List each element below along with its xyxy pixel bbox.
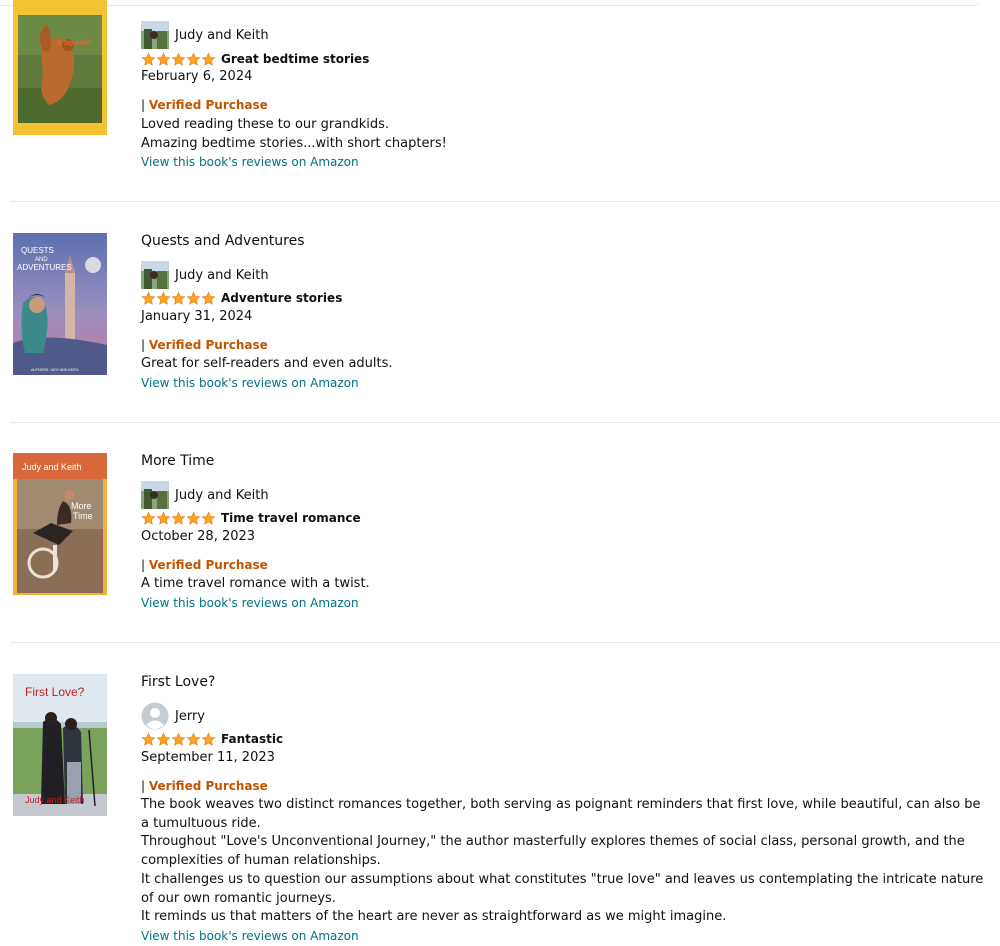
cover-text: More [71, 501, 92, 511]
review-date: October 28, 2023 [141, 529, 256, 544]
star-rating-icon[interactable] [141, 51, 216, 67]
star-icon [201, 290, 216, 305]
reviewer-name[interactable]: Judy and Keith [175, 488, 269, 503]
view-reviews-link[interactable]: View this book's reviews on Amazon [141, 594, 992, 613]
book-cover-image[interactable]: QUESTS AND ADVENTURES AUTHORS: JUDY AND … [13, 233, 107, 375]
rating: Adventure stories [141, 290, 342, 306]
review-body: The book weaves two distinct romances to… [141, 796, 986, 946]
cover-text: AUTHORS: JUDY AND KEITH [31, 368, 79, 372]
review-date: January 31, 2024 [141, 309, 253, 324]
verified-purchase-badge: | Verified Purchase [141, 338, 268, 352]
star-icon [201, 510, 216, 525]
review-headline[interactable]: Great bedtime stories [221, 52, 369, 66]
review-text-line: Throughout "Love's Unconventional Journe… [141, 834, 965, 869]
review-text-line: Amazing bedtime stories...with short cha… [141, 135, 447, 151]
cover-text: QUESTS [21, 246, 54, 255]
review-body: Loved reading these to our grandkids. Am… [141, 116, 992, 172]
divider [10, 642, 1000, 643]
star-icon [171, 290, 186, 305]
rating: Fantastic [141, 731, 283, 747]
review-text-line: A time travel romance with a twist. [141, 576, 370, 591]
review-text-line: It challenges us to question our assumpt… [141, 871, 984, 906]
star-icon [201, 51, 216, 66]
star-icon [186, 731, 201, 746]
view-reviews-link[interactable]: View this book's reviews on Amazon [141, 927, 986, 946]
reviewer-name[interactable]: Judy and Keith [175, 268, 269, 283]
star-icon [141, 290, 156, 305]
cover-text: ADVENTURES [17, 263, 72, 272]
book-title[interactable]: Quests and Adventures [141, 233, 305, 249]
svg-text:A Squirrel's: A Squirrel's [57, 40, 93, 47]
star-icon [141, 731, 156, 746]
reviewer[interactable]: Jerry [141, 702, 205, 730]
reviewer[interactable]: Judy and Keith [141, 481, 269, 509]
star-icon [186, 290, 201, 305]
reviewer-avatar [141, 261, 169, 289]
book-cover-image[interactable]: A Squirrel's [13, 0, 107, 135]
review-body: Great for self-readers and even adults. … [141, 355, 992, 392]
reviewer-name[interactable]: Jerry [175, 709, 205, 724]
cover-text: Judy and Keith [25, 795, 85, 805]
review-headline[interactable]: Fantastic [221, 732, 283, 746]
star-icon [171, 51, 186, 66]
book-title[interactable]: First Love? [141, 674, 215, 690]
book-title[interactable]: More Time [141, 453, 214, 469]
star-icon [171, 510, 186, 525]
review-text-line: The book weaves two distinct romances to… [141, 797, 981, 831]
review-text-line: Great for self-readers and even adults. [141, 356, 393, 371]
review-text-line: It reminds us that matters of the heart … [141, 909, 727, 925]
reviewer-avatar [141, 21, 169, 49]
top-bar-edge [0, 0, 980, 6]
default-avatar-icon [141, 702, 169, 730]
star-rating-icon[interactable] [141, 731, 216, 747]
view-reviews-link[interactable]: View this book's reviews on Amazon [141, 153, 992, 172]
verified-purchase-badge: | Verified Purchase [141, 98, 268, 112]
verified-purchase-badge: | Verified Purchase [141, 558, 268, 572]
book-cover-image[interactable]: First Love? Judy and Keith [13, 674, 107, 816]
star-icon [156, 51, 171, 66]
star-rating-icon[interactable] [141, 290, 216, 306]
reviewer-name[interactable]: Judy and Keith [175, 28, 269, 43]
divider [10, 422, 1000, 423]
star-icon [171, 731, 186, 746]
book-cover-image[interactable]: Judy and Keith More Time [13, 453, 107, 595]
review-body: A time travel romance with a twist. View… [141, 575, 992, 612]
cover-text: Judy and Keith [22, 462, 82, 472]
review-date: September 11, 2023 [141, 750, 275, 765]
star-icon [156, 510, 171, 525]
verified-purchase-badge: | Verified Purchase [141, 779, 268, 793]
review-headline[interactable]: Adventure stories [221, 291, 342, 305]
star-icon [186, 51, 201, 66]
reviewer[interactable]: Judy and Keith [141, 21, 269, 49]
star-icon [141, 51, 156, 66]
rating: Time travel romance [141, 510, 361, 526]
star-icon [201, 731, 216, 746]
view-reviews-link[interactable]: View this book's reviews on Amazon [141, 374, 992, 393]
star-rating-icon[interactable] [141, 510, 216, 526]
star-icon [141, 510, 156, 525]
reviewer-avatar [141, 481, 169, 509]
star-icon [156, 731, 171, 746]
review-text-line: Loved reading these to our grandkids. [141, 117, 389, 132]
cover-text: First Love? [25, 685, 85, 699]
review-date: February 6, 2024 [141, 69, 253, 84]
cover-text: Time [73, 511, 93, 521]
star-icon [186, 510, 201, 525]
reviewer[interactable]: Judy and Keith [141, 261, 269, 289]
rating: Great bedtime stories [141, 51, 369, 67]
star-icon [156, 290, 171, 305]
divider [10, 201, 1000, 202]
review-headline[interactable]: Time travel romance [221, 511, 361, 525]
